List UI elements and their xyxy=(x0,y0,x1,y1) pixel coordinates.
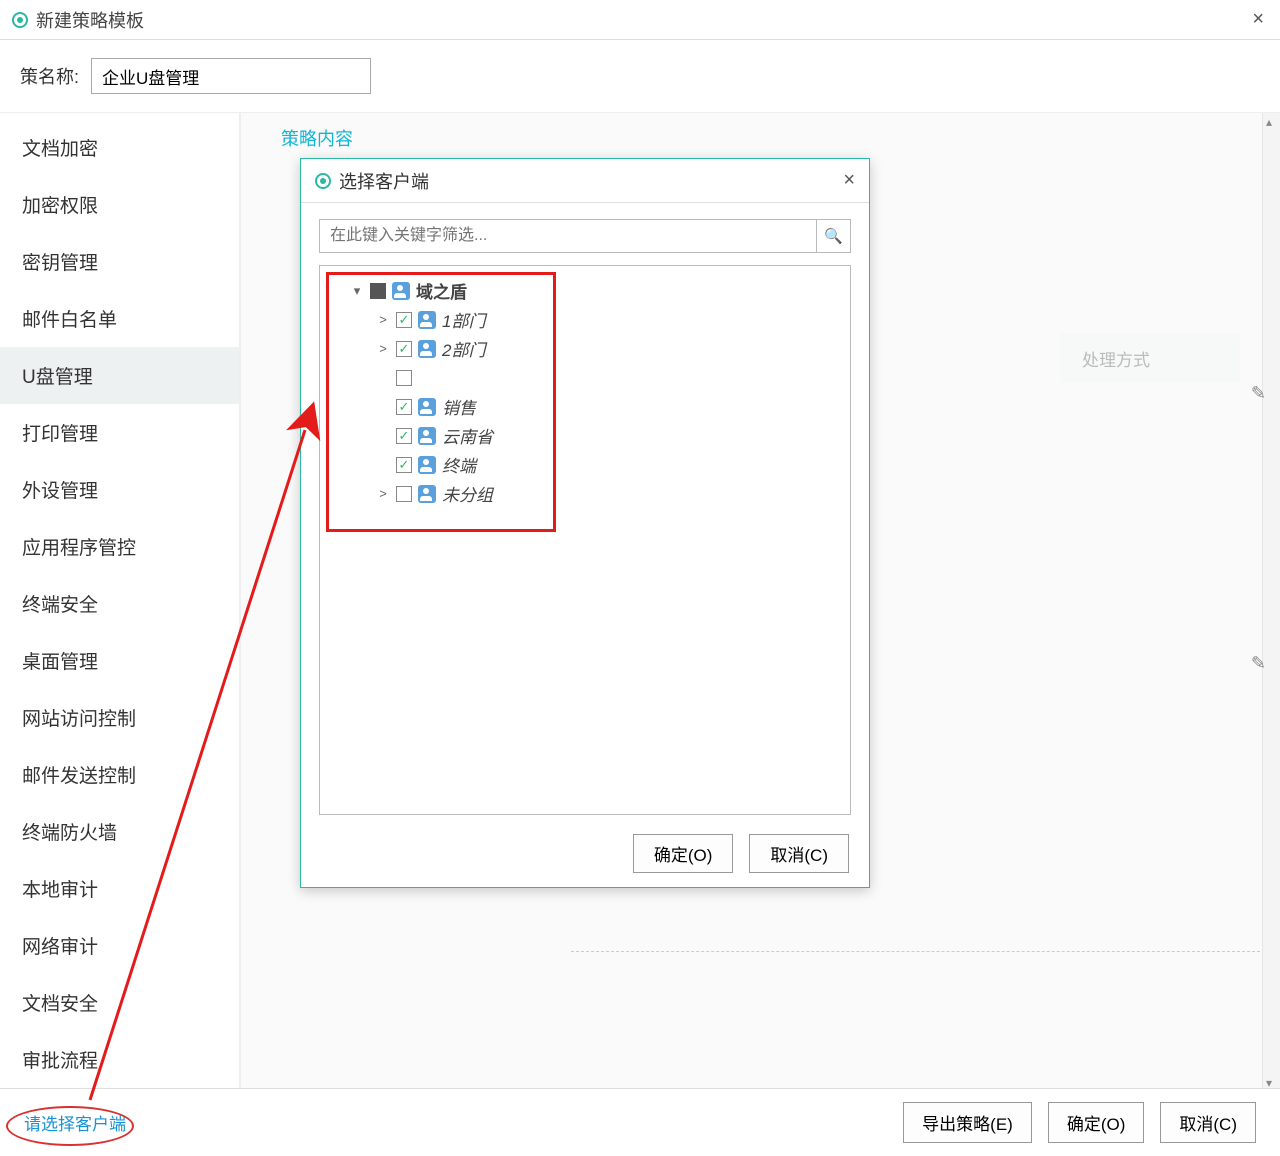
sidebar-item[interactable]: 文档安全 xyxy=(0,974,239,1031)
app-icon xyxy=(315,173,331,189)
tree-toggle-icon[interactable]: > xyxy=(376,341,390,356)
content-header: 策略内容 xyxy=(241,113,1280,163)
tree-toggle-icon[interactable]: > xyxy=(376,312,390,327)
select-client-link[interactable]: 请选择客户端 xyxy=(24,1110,126,1135)
sidebar-item[interactable]: 应用程序管控 xyxy=(0,518,239,575)
window-title: 新建策略模板 xyxy=(36,7,144,33)
person-icon xyxy=(418,311,436,329)
search-input[interactable] xyxy=(319,219,817,253)
checkbox[interactable]: ✓ xyxy=(396,457,412,473)
checkbox[interactable] xyxy=(396,486,412,502)
checkbox[interactable] xyxy=(370,283,386,299)
process-method-label: 处理方式 xyxy=(1060,333,1240,383)
policy-name-input[interactable] xyxy=(91,58,371,94)
sidebar-item[interactable]: 邮件发送控制 xyxy=(0,746,239,803)
policy-name-label: 策名称: xyxy=(20,63,79,89)
tree-row[interactable]: ▾ 域之盾 xyxy=(328,276,842,305)
section-divider xyxy=(571,951,1260,952)
tree-label: 云南省 xyxy=(442,423,493,448)
sidebar-item[interactable]: 终端安全 xyxy=(0,575,239,632)
close-icon[interactable]: × xyxy=(1252,8,1264,31)
person-icon xyxy=(418,456,436,474)
policy-name-row: 策名称: xyxy=(0,40,1280,112)
content-scrollbar[interactable]: ▴ ▾ xyxy=(1262,113,1280,1092)
person-icon xyxy=(418,398,436,416)
export-policy-button[interactable]: 导出策略(E) xyxy=(903,1102,1032,1143)
select-client-dialog: 选择客户端 × 🔍 ▾ 域之盾 > ✓ 1部门 > ✓ 2部门 ✓ 销售 ✓ 云南省 ✓ 终端 > 未分组 确… xyxy=(300,158,870,888)
person-icon xyxy=(418,485,436,503)
second-edit-region: ✎ xyxy=(1060,653,1240,713)
sidebar-item[interactable]: 文档加密 xyxy=(0,119,239,176)
edit-icon[interactable]: ✎ xyxy=(1251,383,1266,404)
tree-label: 终端 xyxy=(442,452,476,477)
sidebar-item[interactable]: 桌面管理 xyxy=(0,632,239,689)
checkbox[interactable] xyxy=(396,370,412,386)
checkbox[interactable]: ✓ xyxy=(396,312,412,328)
dialog-title: 选择客户端 xyxy=(339,168,429,194)
dialog-cancel-button[interactable]: 取消(C) xyxy=(749,834,849,873)
app-icon xyxy=(12,12,28,28)
person-icon xyxy=(418,340,436,358)
tree-toggle-icon[interactable]: > xyxy=(376,486,390,501)
sidebar-item[interactable]: U盘管理 xyxy=(0,347,239,404)
tree-toggle-icon[interactable]: ▾ xyxy=(350,283,364,299)
tree-label: 1部门 xyxy=(442,307,485,332)
checkbox[interactable]: ✓ xyxy=(396,428,412,444)
cancel-button[interactable]: 取消(C) xyxy=(1160,1102,1256,1143)
dialog-footer: 确定(O) 取消(C) xyxy=(633,834,849,873)
sidebar-item[interactable]: 外设管理 xyxy=(0,461,239,518)
sidebar-item[interactable]: 审批流程 xyxy=(0,1031,239,1088)
scroll-up-icon[interactable]: ▴ xyxy=(1266,115,1272,129)
tree-row[interactable]: > 未分组 xyxy=(328,479,842,508)
tree-row[interactable]: ✓ 云南省 xyxy=(328,421,842,450)
person-icon xyxy=(418,427,436,445)
sidebar-item[interactable]: 密钥管理 xyxy=(0,233,239,290)
search-button[interactable]: 🔍 xyxy=(817,219,851,253)
ok-button[interactable]: 确定(O) xyxy=(1048,1102,1145,1143)
client-tree: ▾ 域之盾 > ✓ 1部门 > ✓ 2部门 ✓ 销售 ✓ 云南省 ✓ 终端 > 未分组 xyxy=(319,265,851,815)
tree-label: 未分组 xyxy=(442,481,493,506)
footer: 请选择客户端 导出策略(E) 确定(O) 取消(C) xyxy=(0,1088,1280,1156)
process-method-box: 处理方式 ✎ xyxy=(1060,333,1240,383)
tree-label: 域之盾 xyxy=(416,278,467,303)
sidebar-item[interactable]: 终端防火墙 xyxy=(0,803,239,860)
close-icon[interactable]: × xyxy=(843,169,855,192)
tree-row[interactable]: ✓ 终端 xyxy=(328,450,842,479)
sidebar-item[interactable]: 打印管理 xyxy=(0,404,239,461)
dialog-ok-button[interactable]: 确定(O) xyxy=(633,834,734,873)
sidebar: 文档加密加密权限密钥管理邮件白名单U盘管理打印管理外设管理应用程序管控终端安全桌… xyxy=(0,113,240,1092)
tree-label: 销售 xyxy=(442,394,476,419)
tree-row[interactable]: > ✓ 2部门 xyxy=(328,334,842,363)
sidebar-item[interactable]: 网站访问控制 xyxy=(0,689,239,746)
sidebar-item[interactable]: 网络审计 xyxy=(0,917,239,974)
dialog-body: 🔍 ▾ 域之盾 > ✓ 1部门 > ✓ 2部门 ✓ 销售 ✓ 云南省 ✓ 终端 > 未分组 xyxy=(301,203,869,831)
sidebar-item[interactable]: 加密权限 xyxy=(0,176,239,233)
tree-row[interactable] xyxy=(328,363,842,392)
sidebar-item[interactable]: 本地审计 xyxy=(0,860,239,917)
edit-icon[interactable]: ✎ xyxy=(1251,653,1266,674)
sidebar-item[interactable]: 邮件白名单 xyxy=(0,290,239,347)
person-icon xyxy=(392,282,410,300)
dialog-titlebar: 选择客户端 × xyxy=(301,159,869,203)
search-row: 🔍 xyxy=(319,219,851,253)
tree-row[interactable]: ✓ 销售 xyxy=(328,392,842,421)
tree-row[interactable]: > ✓ 1部门 xyxy=(328,305,842,334)
main-titlebar: 新建策略模板 × xyxy=(0,0,1280,40)
checkbox[interactable]: ✓ xyxy=(396,399,412,415)
tree-label: 2部门 xyxy=(442,336,485,361)
checkbox[interactable]: ✓ xyxy=(396,341,412,357)
